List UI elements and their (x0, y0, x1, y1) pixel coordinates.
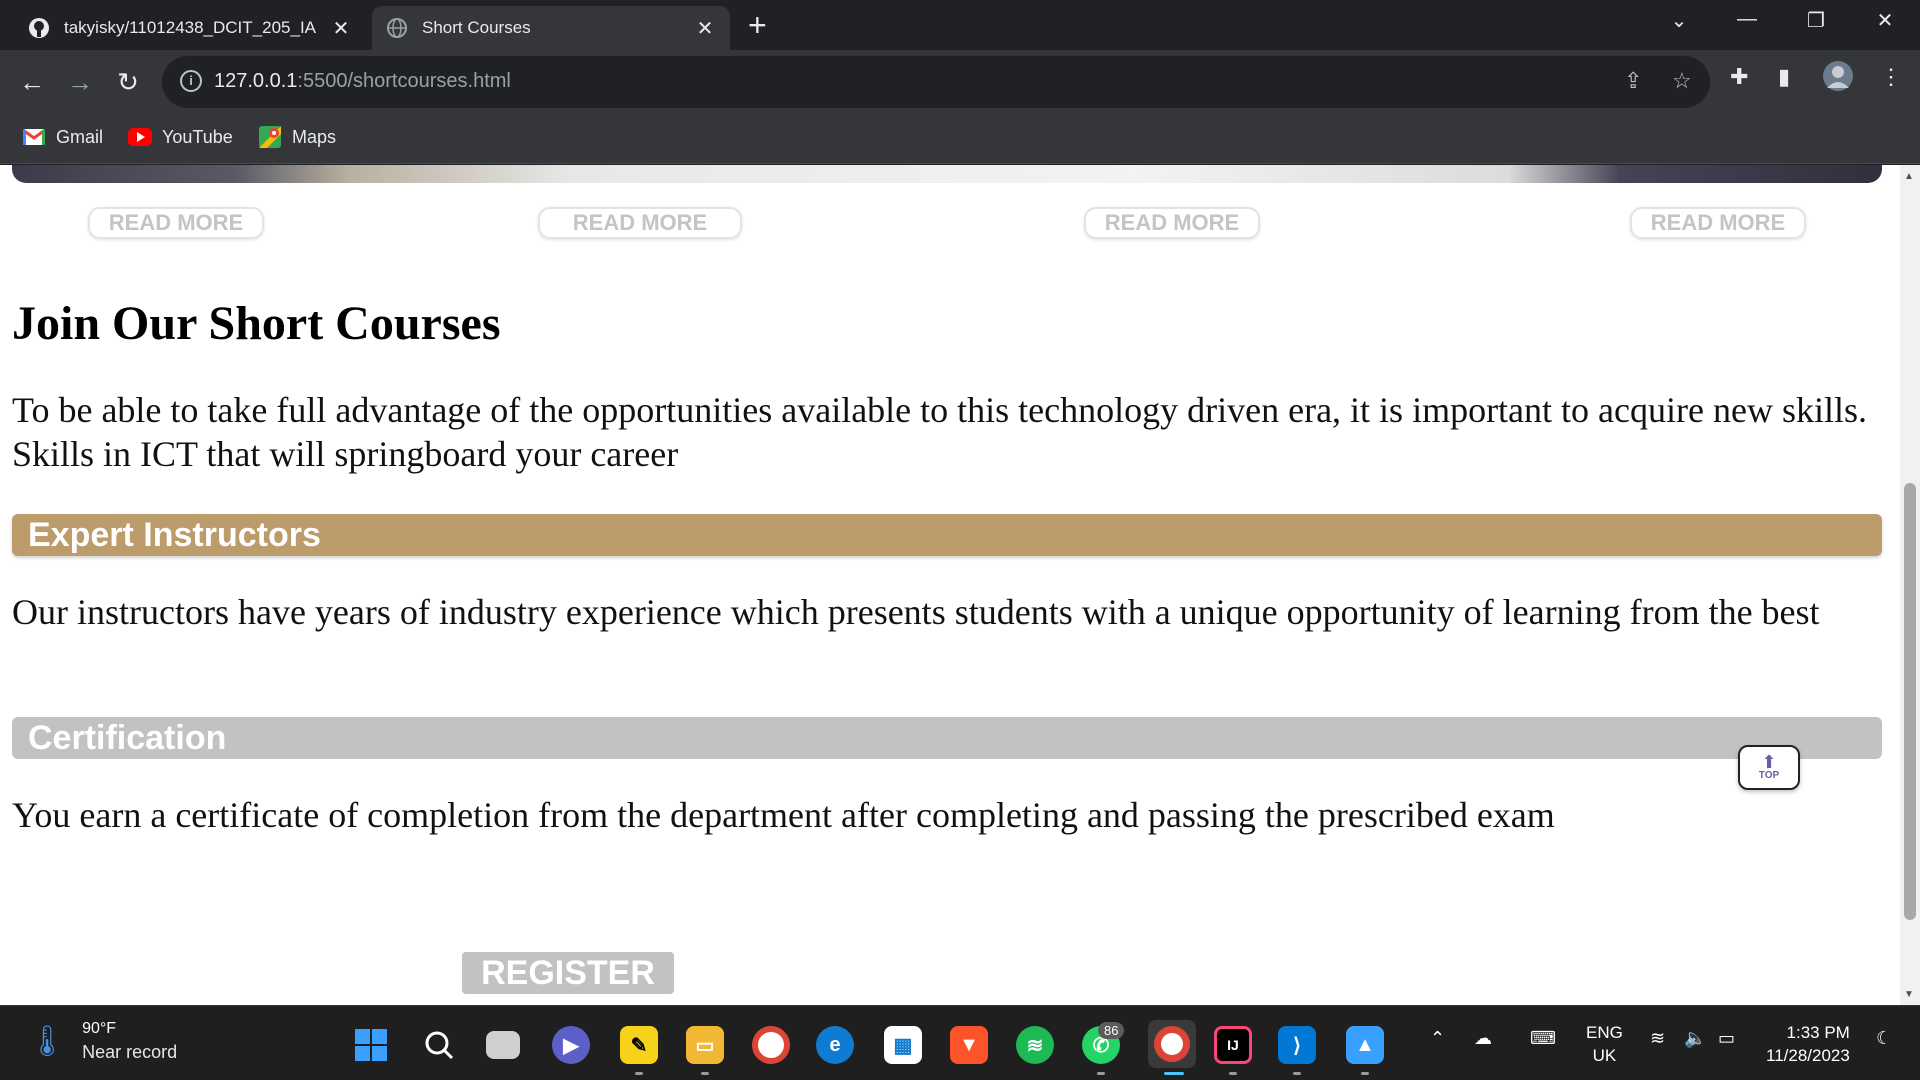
register-button[interactable]: REGISTER (462, 952, 674, 994)
gmail-icon (22, 126, 46, 148)
bookmark-gmail[interactable]: Gmail (22, 126, 103, 148)
chevron-up-icon[interactable]: ⌃ (1430, 1028, 1445, 1049)
clock[interactable]: 1:33 PM 11/28/2023 (1766, 1021, 1850, 1067)
bookmarks-bar: Gmail YouTube Maps (0, 114, 1920, 164)
scrollbar-thumb[interactable] (1904, 483, 1916, 920)
section-text-expert-instructors: Our instructors have years of industry e… (12, 592, 1820, 632)
minimize-icon[interactable]: — (1732, 8, 1762, 31)
weather-temp: 90°F (82, 1020, 117, 1037)
tab-github[interactable]: takyisky/11012438_DCIT_205_IA ✕ (14, 6, 366, 50)
keyboard-icon[interactable]: ⌨ (1530, 1028, 1556, 1049)
info-icon[interactable]: i (180, 70, 202, 92)
chrome-active-icon[interactable] (1148, 1020, 1196, 1068)
page-viewport: READ MORE READ MORE READ MORE READ MORE … (0, 165, 1900, 1005)
start-icon[interactable] (352, 1026, 390, 1064)
url-text[interactable]: 127.0.0.1:5500/shortcourses.html (214, 70, 511, 93)
onedrive-icon[interactable]: ☁ (1474, 1028, 1492, 1049)
taskbar: 🌡 90°F Near record ▶ ✎ ▭ e ▦ ▼ ≋ ✆ 86 IJ… (0, 1005, 1920, 1080)
globe-icon (386, 17, 408, 39)
page-title: Join Our Short Courses (12, 297, 501, 350)
volume-icon[interactable]: 🔈 (1684, 1028, 1706, 1049)
chrome-icon[interactable] (752, 1026, 790, 1064)
read-more-button[interactable]: READ MORE (1084, 207, 1260, 239)
running-indicator (1097, 1072, 1105, 1075)
section-text-certification: You earn a certificate of completion fro… (12, 795, 1555, 835)
bookmark-label: Maps (292, 126, 337, 147)
back-icon[interactable]: ← (14, 64, 50, 100)
close-icon[interactable]: ✕ (694, 16, 716, 41)
bookmark-label: Gmail (56, 126, 104, 147)
side-panel-icon[interactable]: ▮ (1778, 64, 1790, 90)
search-icon[interactable] (420, 1026, 458, 1064)
read-more-button[interactable]: READ MORE (88, 207, 264, 239)
notification-icon[interactable]: ☾ (1876, 1028, 1892, 1049)
language-indicator[interactable]: ENG UK (1586, 1021, 1623, 1067)
running-indicator (1229, 1072, 1237, 1075)
address-bar[interactable]: i 127.0.0.1:5500/shortcourses.html ⇪ ☆ (162, 56, 1710, 108)
youtube-icon (128, 126, 152, 148)
thermometer-icon: 🌡 (28, 1025, 67, 1058)
active-indicator (1164, 1072, 1184, 1075)
intro-paragraph: To be able to take full advantage of the… (12, 390, 1867, 474)
brave-icon[interactable]: ▼ (950, 1026, 988, 1064)
teams-icon[interactable]: ▶ (552, 1026, 590, 1064)
language-region: UK (1592, 1046, 1617, 1065)
maps-icon (258, 126, 282, 148)
bookmark-youtube[interactable]: YouTube (128, 126, 233, 148)
spotify-icon[interactable]: ≋ (1016, 1026, 1054, 1064)
course-images-strip (12, 165, 1882, 183)
star-icon[interactable]: ☆ (1672, 68, 1692, 94)
file-explorer-icon[interactable]: ▭ (686, 1026, 724, 1064)
new-tab-button[interactable]: + (748, 9, 767, 41)
running-indicator (635, 1072, 643, 1075)
weather-desc: Near record (82, 1042, 178, 1062)
read-more-button[interactable]: READ MORE (1630, 207, 1806, 239)
back-to-top-button[interactable]: ⬆ TOP (1738, 745, 1800, 790)
notification-badge: 86 (1098, 1022, 1125, 1039)
clock-time: 1:33 PM (1786, 1023, 1850, 1042)
intellij-icon[interactable]: IJ (1214, 1026, 1252, 1064)
sticky-notes-icon[interactable]: ✎ (620, 1026, 658, 1064)
close-icon[interactable]: ✕ (330, 16, 352, 41)
weather-widget[interactable]: 🌡 90°F Near record (28, 1020, 177, 1063)
running-indicator (1293, 1072, 1301, 1075)
tab-search-icon[interactable]: ⌄ (1664, 8, 1694, 33)
scroll-up-icon[interactable]: ▲ (1904, 171, 1914, 182)
bookmark-maps[interactable]: Maps (258, 126, 336, 148)
page-scrollbar[interactable]: ▲ ▼ (1900, 165, 1920, 1005)
github-icon (28, 17, 50, 39)
share-icon[interactable]: ⇪ (1624, 68, 1642, 94)
window-close-icon[interactable]: ✕ (1870, 8, 1900, 33)
top-label: TOP (1758, 770, 1780, 781)
scroll-down-icon[interactable]: ▼ (1904, 989, 1914, 1000)
menu-icon[interactable]: ⋮ (1880, 64, 1902, 90)
extensions-icon[interactable]: ✚ (1730, 64, 1748, 90)
read-more-button[interactable]: READ MORE (538, 207, 742, 239)
avatar[interactable] (1822, 60, 1854, 98)
bookmark-label: YouTube (162, 126, 233, 147)
running-indicator (1361, 1072, 1369, 1075)
photos-icon[interactable]: ▲ (1346, 1026, 1384, 1064)
vscode-icon[interactable]: ⟩ (1278, 1026, 1316, 1064)
browser-toolbar: ← → ↻ i 127.0.0.1:5500/shortcourses.html… (0, 50, 1920, 114)
arrow-up-icon: ⬆ (1761, 752, 1777, 772)
restore-icon[interactable]: ❐ (1801, 8, 1831, 33)
tab-title: takyisky/11012438_DCIT_205_IA (64, 18, 317, 37)
language-code: ENG (1586, 1023, 1623, 1042)
section-heading-expert-instructors: Expert Instructors (12, 514, 1882, 556)
battery-icon[interactable]: ▭ (1718, 1028, 1735, 1049)
wifi-icon[interactable]: ≋ (1650, 1028, 1665, 1049)
tab-strip: takyisky/11012438_DCIT_205_IA ✕ Short Co… (0, 0, 1920, 50)
tab-title: Short Courses (422, 18, 531, 37)
tab-short-courses[interactable]: Short Courses ✕ (372, 6, 730, 50)
edge-icon[interactable]: e (816, 1026, 854, 1064)
forward-icon[interactable]: → (62, 64, 98, 100)
store-icon[interactable]: ▦ (884, 1026, 922, 1064)
task-view-icon[interactable] (486, 1031, 520, 1059)
section-heading-certification: Certification (12, 717, 1882, 759)
clock-date: 11/28/2023 (1766, 1046, 1850, 1065)
reload-icon[interactable]: ↻ (110, 64, 146, 100)
running-indicator (701, 1072, 709, 1075)
